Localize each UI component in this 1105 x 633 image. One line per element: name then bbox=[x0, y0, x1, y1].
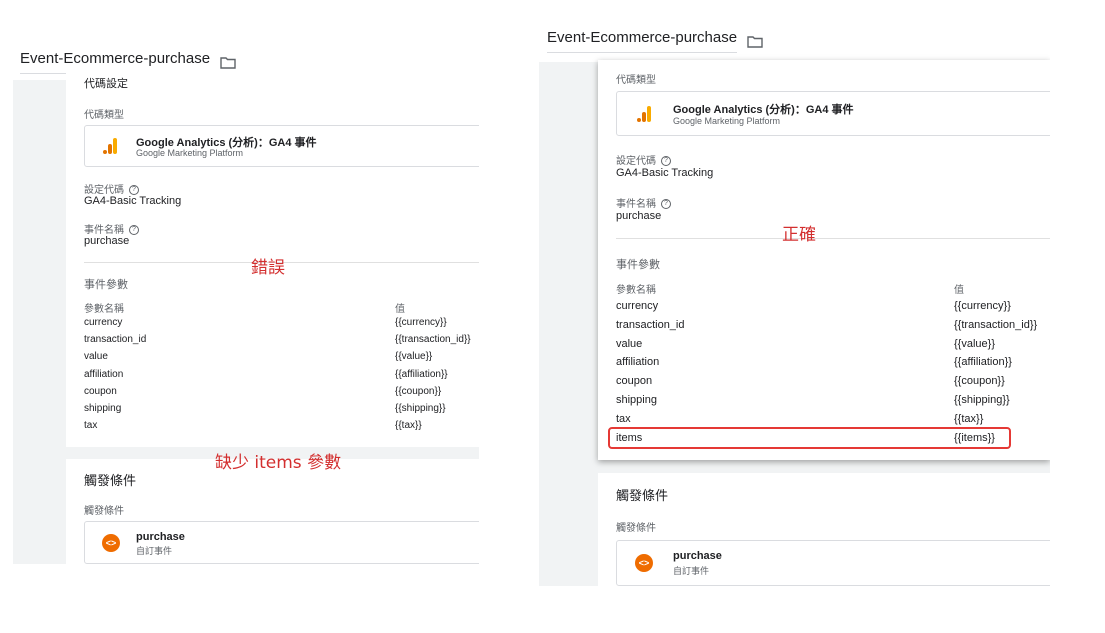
right-trigger-box[interactable]: <> purchase 自訂事件 bbox=[616, 540, 1050, 586]
right-tag-platform: Google Marketing Platform bbox=[673, 116, 781, 126]
help-circle-icon[interactable]: ? bbox=[129, 185, 139, 196]
items-highlight-box bbox=[608, 427, 1011, 449]
param-value: {{tax}} bbox=[954, 412, 984, 425]
missing-items-annotation: 缺少 items 參數 bbox=[215, 453, 342, 473]
left-event-name-value: purchase bbox=[84, 235, 130, 247]
left-value-header: 值 bbox=[395, 304, 405, 315]
param-name: transaction_id bbox=[84, 334, 147, 346]
left-trigger-type: 自訂事件 bbox=[136, 546, 173, 556]
left-trigger-box[interactable]: <> purchase 自訂事件 bbox=[84, 521, 479, 564]
help-circle-icon[interactable]: ? bbox=[661, 199, 671, 210]
right-event-name-label-row: 事件名稱? bbox=[616, 195, 671, 210]
right-config-tag-label-row: 設定代碼? bbox=[616, 152, 671, 167]
correct-annotation: 正確 bbox=[782, 225, 816, 245]
param-name: value bbox=[616, 337, 643, 350]
right-tag-type-label: 代碼類型 bbox=[616, 75, 656, 86]
right-trigger-type: 自訂事件 bbox=[673, 566, 710, 576]
param-name: affiliation bbox=[616, 356, 660, 369]
left-event-params-label: 事件參數 bbox=[84, 279, 128, 291]
right-tag-name: Google Analytics (分析)：GA4 事件 bbox=[673, 104, 854, 116]
right-event-name-value: purchase bbox=[616, 210, 662, 222]
param-name: currency bbox=[84, 317, 123, 328]
custom-event-icon: <> bbox=[102, 534, 120, 552]
right-divider bbox=[616, 238, 1050, 239]
left-config-tag-label-row: 設定代碼? bbox=[84, 181, 139, 196]
left-panel: 代碼設定 代碼類型 Google Analytics (分析)：GA4 事件 G… bbox=[13, 40, 479, 564]
param-value: {{value}} bbox=[395, 351, 433, 363]
param-name: coupon bbox=[616, 375, 653, 388]
right-panel: 代碼類型 Google Analytics (分析)：GA4 事件 Google… bbox=[539, 20, 1050, 586]
param-name: shipping bbox=[616, 394, 657, 406]
param-value: {{currency}} bbox=[954, 300, 1011, 312]
left-tag-type-box[interactable]: Google Analytics (分析)：GA4 事件 Google Mark… bbox=[84, 125, 479, 167]
param-value: {{transaction_id}} bbox=[395, 334, 471, 346]
param-value: {{shipping}} bbox=[954, 394, 1010, 406]
right-trigger-heading: 觸發條件 bbox=[616, 488, 669, 503]
left-trigger-name: purchase bbox=[136, 531, 185, 543]
left-truncated-heading: 代碼設定 bbox=[84, 78, 128, 90]
param-value: {{coupon}} bbox=[954, 375, 1005, 388]
right-value-header: 值 bbox=[954, 285, 964, 296]
right-param-name-header: 參數名稱 bbox=[616, 285, 656, 296]
help-circle-icon[interactable]: ? bbox=[661, 156, 671, 167]
wrong-annotation: 錯誤 bbox=[251, 258, 285, 278]
param-value: {{affiliation}} bbox=[395, 368, 448, 380]
google-analytics-icon bbox=[637, 106, 651, 122]
param-name: value bbox=[84, 351, 108, 363]
param-name: coupon bbox=[84, 385, 117, 397]
left-tag-type-label: 代碼類型 bbox=[84, 110, 124, 121]
left-trigger-heading: 觸發條件 bbox=[84, 473, 137, 488]
param-value: {{value}} bbox=[954, 337, 995, 350]
param-name: currency bbox=[616, 300, 659, 312]
param-name: tax bbox=[84, 420, 98, 432]
param-value: {{transaction_id}} bbox=[954, 318, 1038, 331]
param-value: {{coupon}} bbox=[395, 385, 442, 397]
right-event-name-label: 事件名稱 bbox=[616, 199, 656, 210]
right-config-tag-value: GA4-Basic Tracking bbox=[616, 167, 714, 179]
right-trigger-name: purchase bbox=[673, 550, 722, 562]
custom-event-icon: <> bbox=[635, 554, 653, 572]
param-value: {{shipping}} bbox=[395, 403, 446, 414]
right-trigger-label: 觸發條件 bbox=[616, 523, 656, 534]
param-name: affiliation bbox=[84, 368, 124, 380]
param-name: shipping bbox=[84, 403, 122, 414]
param-value: {{tax}} bbox=[395, 420, 422, 432]
left-config-tag-value: GA4-Basic Tracking bbox=[84, 195, 182, 207]
param-name: tax bbox=[616, 412, 631, 425]
right-event-params-label: 事件參數 bbox=[616, 259, 660, 271]
left-trigger-label: 觸發條件 bbox=[84, 506, 124, 517]
right-config-tag-label: 設定代碼 bbox=[616, 156, 656, 167]
param-value: {{currency}} bbox=[395, 317, 447, 328]
param-name: transaction_id bbox=[616, 318, 685, 331]
help-circle-icon[interactable]: ? bbox=[129, 225, 139, 236]
google-analytics-icon bbox=[103, 138, 117, 154]
left-event-name-label-row: 事件名稱? bbox=[84, 221, 139, 236]
param-value: {{affiliation}} bbox=[954, 356, 1012, 369]
left-param-name-header: 參數名稱 bbox=[84, 304, 124, 315]
right-tag-type-box[interactable]: Google Analytics (分析)：GA4 事件 Google Mark… bbox=[616, 91, 1050, 136]
left-tag-platform: Google Marketing Platform bbox=[136, 148, 244, 158]
